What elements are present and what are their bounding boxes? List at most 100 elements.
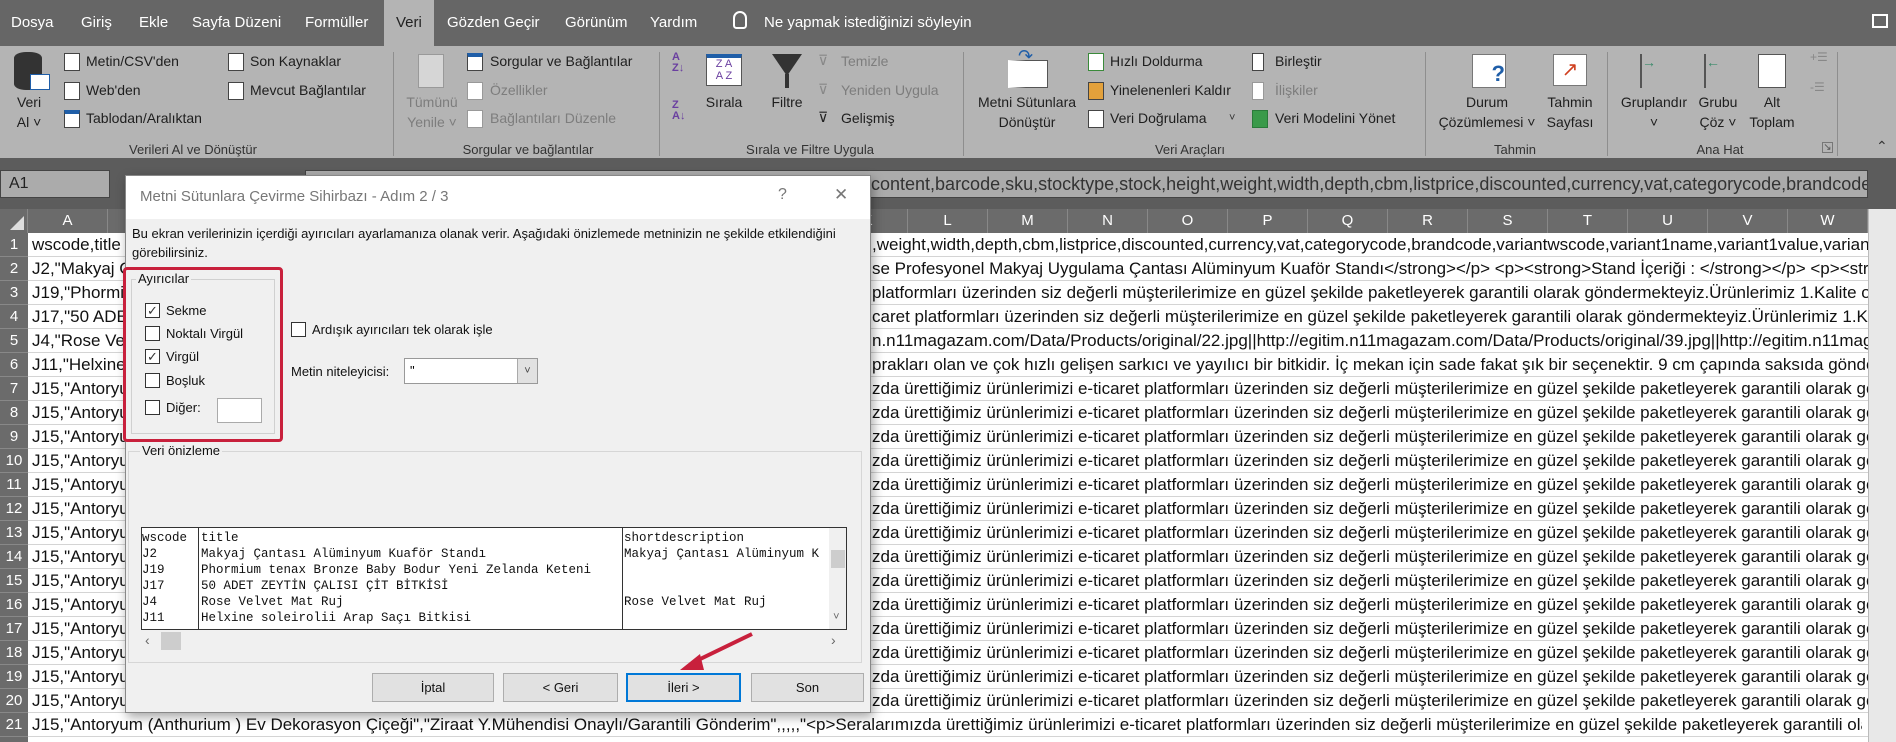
ungroup-button[interactable]: Grubu <box>1699 94 1738 110</box>
row-header[interactable]: 17 <box>0 617 28 641</box>
preview-vertical-scrollbar[interactable]: ˅ <box>829 528 846 629</box>
show-detail-icon[interactable]: +☰ <box>1810 50 1828 64</box>
column-header-U[interactable]: U <box>1628 209 1708 233</box>
vertical-scrollbar[interactable] <box>1868 209 1896 742</box>
row-header[interactable]: 8 <box>0 401 28 425</box>
other-delimiter-input[interactable] <box>217 398 262 423</box>
data-validation-button[interactable]: Veri Doğrulama <box>1110 110 1207 126</box>
row-header[interactable]: 3 <box>0 281 28 305</box>
forecast-sheet-button[interactable]: Tahmin <box>1547 94 1592 110</box>
scroll-down-icon[interactable]: ˅ <box>833 612 840 624</box>
row-header[interactable]: 15 <box>0 569 28 593</box>
what-if-analysis-button[interactable]: Durum <box>1466 94 1508 110</box>
select-all-button[interactable] <box>0 209 28 233</box>
column-header-M[interactable]: M <box>988 209 1068 233</box>
delimiter-checkbox-1[interactable] <box>145 326 160 341</box>
cell-text-overflow[interactable]: se Profesyonel Makyaj Uygulama Çantası A… <box>872 257 1868 281</box>
delimiter-checkbox-4[interactable] <box>145 400 160 415</box>
from-text-csv-button[interactable]: Metin/CSV'den <box>86 53 179 69</box>
sort-button[interactable]: Sırala <box>706 94 743 110</box>
cancel-button[interactable]: İptal <box>372 673 494 702</box>
chevron-down-icon[interactable]: ˅ <box>517 359 537 383</box>
column-header-R[interactable]: R <box>1388 209 1468 233</box>
cell-text-overflow[interactable]: zda ürettiğimiz ürünlerimizi e-ticaret p… <box>872 617 1868 641</box>
filter-button[interactable]: Filtre <box>771 94 802 110</box>
help-button[interactable]: ? <box>778 186 787 204</box>
row-header[interactable]: 18 <box>0 641 28 665</box>
outline-dialog-launcher-icon[interactable]: ↘ <box>1822 142 1833 153</box>
cell-text-overflow[interactable]: zda ürettiğimiz ürünlerimizi e-ticaret p… <box>872 425 1868 449</box>
comments-icon[interactable] <box>1872 14 1888 28</box>
sheet-row[interactable]: 21 J15,"Antoryum (Anthurium ) Ev Dekorasy… <box>0 713 1868 737</box>
data-validation-dropdown[interactable]: ˅ <box>1229 112 1235 124</box>
row-header[interactable]: 19 <box>0 665 28 689</box>
delimiter-checkbox-3[interactable] <box>145 373 160 388</box>
hide-detail-icon[interactable]: -☰ <box>1810 80 1825 94</box>
row-header[interactable]: 16 <box>0 593 28 617</box>
row-header[interactable] <box>0 737 28 742</box>
refresh-all-button-line2[interactable]: Yenile ˅ <box>407 114 457 130</box>
tab-5[interactable]: Veri <box>384 0 434 46</box>
ungroup-button-line2[interactable]: Çöz ˅ <box>1700 114 1737 130</box>
consecutive-delimiters-checkbox[interactable] <box>291 322 306 337</box>
properties-button[interactable]: Özellikler <box>490 82 548 98</box>
forecast-sheet-button-line2[interactable]: Sayfası <box>1547 114 1594 130</box>
text-to-columns-button[interactable]: Metni Sütunlara <box>978 94 1076 110</box>
cell-text-overflow[interactable] <box>872 713 1868 737</box>
row-header[interactable]: 9 <box>0 425 28 449</box>
row-header[interactable]: 13 <box>0 521 28 545</box>
collapse-ribbon-icon[interactable]: ⌃ <box>1876 138 1888 155</box>
refresh-all-button[interactable]: Tümünü <box>406 94 457 110</box>
close-button[interactable]: ✕ <box>834 185 848 205</box>
clear-button[interactable]: Temizle <box>841 53 888 69</box>
tab-7[interactable]: Görünüm <box>565 0 628 46</box>
flash-fill-button[interactable]: Hızlı Doldurma <box>1110 53 1203 69</box>
edit-links-button[interactable]: Bağlantıları Düzenle <box>490 110 616 126</box>
group-button-line2[interactable]: ˅ <box>1650 114 1658 130</box>
back-button[interactable]: < Geri <box>503 673 618 702</box>
from-web-button[interactable]: Web'den <box>86 82 141 98</box>
column-header-Q[interactable]: Q <box>1308 209 1388 233</box>
column-header-O[interactable]: O <box>1148 209 1228 233</box>
text-qualifier-select[interactable]: " ˅ <box>404 358 538 384</box>
cell-text-overflow[interactable]: n.n11magazam.com/Data/Products/original/… <box>872 329 1868 353</box>
cell-text-overflow[interactable]: zda ürettiğimiz ürünlerimizi e-ticaret p… <box>872 593 1868 617</box>
scroll-right-icon[interactable]: › <box>831 632 836 648</box>
column-header-A[interactable]: A <box>28 209 108 233</box>
sort-z-a-icon[interactable]: Z A↓ <box>672 100 685 122</box>
row-header[interactable]: 11 <box>0 473 28 497</box>
cell-text-overflow[interactable]: zda ürettiğimiz ürünlerimizi e-ticaret p… <box>872 545 1868 569</box>
cell-text-overflow[interactable]: platformları üzerinden siz değerli müşte… <box>872 281 1868 305</box>
column-header-N[interactable]: N <box>1068 209 1148 233</box>
cell-text-overflow[interactable]: zda ürettiğimiz ürünlerimizi e-ticaret p… <box>872 401 1868 425</box>
cell-text-overflow[interactable]: zda ürettiğimiz ürünlerimizi e-ticaret p… <box>872 641 1868 665</box>
row-header[interactable]: 4 <box>0 305 28 329</box>
tab-0[interactable]: Dosya <box>11 0 54 46</box>
scroll-thumb[interactable] <box>161 632 181 650</box>
name-box[interactable]: A1 <box>0 170 110 198</box>
tab-4[interactable]: Formüller <box>305 0 368 46</box>
remove-duplicates-button[interactable]: Yinelenenleri Kaldır <box>1110 82 1231 98</box>
cell-text-overflow[interactable]: zda ürettiğimiz ürünlerimizi e-ticaret p… <box>872 665 1868 689</box>
sort-a-z-icon[interactable]: A Z↓ <box>672 52 684 74</box>
cell-text-overflow[interactable]: prakları olan ve çok hızlı gelişen sarkı… <box>872 353 1868 377</box>
queries-connections-button[interactable]: Sorgular ve Bağlantılar <box>490 53 632 69</box>
cell-text-overflow[interactable]: ,weight,width,depth,cbm,listprice,discou… <box>872 233 1868 257</box>
row-header[interactable]: 1 <box>0 233 28 257</box>
column-header-W[interactable]: W <box>1788 209 1868 233</box>
tab-1[interactable]: Giriş <box>81 0 112 46</box>
row-header[interactable]: 7 <box>0 377 28 401</box>
row-header[interactable]: 5 <box>0 329 28 353</box>
get-data-button[interactable]: Veri <box>17 94 41 110</box>
cell-text-overflow[interactable]: zda ürettiğimiz ürünlerimizi e-ticaret p… <box>872 689 1868 713</box>
row-header[interactable]: 6 <box>0 353 28 377</box>
row-header[interactable]: 20 <box>0 689 28 713</box>
row-header[interactable]: 12 <box>0 497 28 521</box>
delimiter-checkbox-2[interactable]: ✓ <box>145 349 160 364</box>
data-preview-table[interactable]: wscode title shortdescription J2 Makyaj Çant… <box>141 527 847 630</box>
column-header-L[interactable]: L <box>908 209 988 233</box>
cell-text-overflow[interactable]: zda ürettiğimiz ürünlerimizi e-ticaret p… <box>872 449 1868 473</box>
tab-3[interactable]: Sayfa Düzeni <box>192 0 281 46</box>
sheet-row[interactable] <box>0 737 1868 742</box>
what-if-analysis-button-line2[interactable]: Çözümlemesi ˅ <box>1439 114 1536 130</box>
